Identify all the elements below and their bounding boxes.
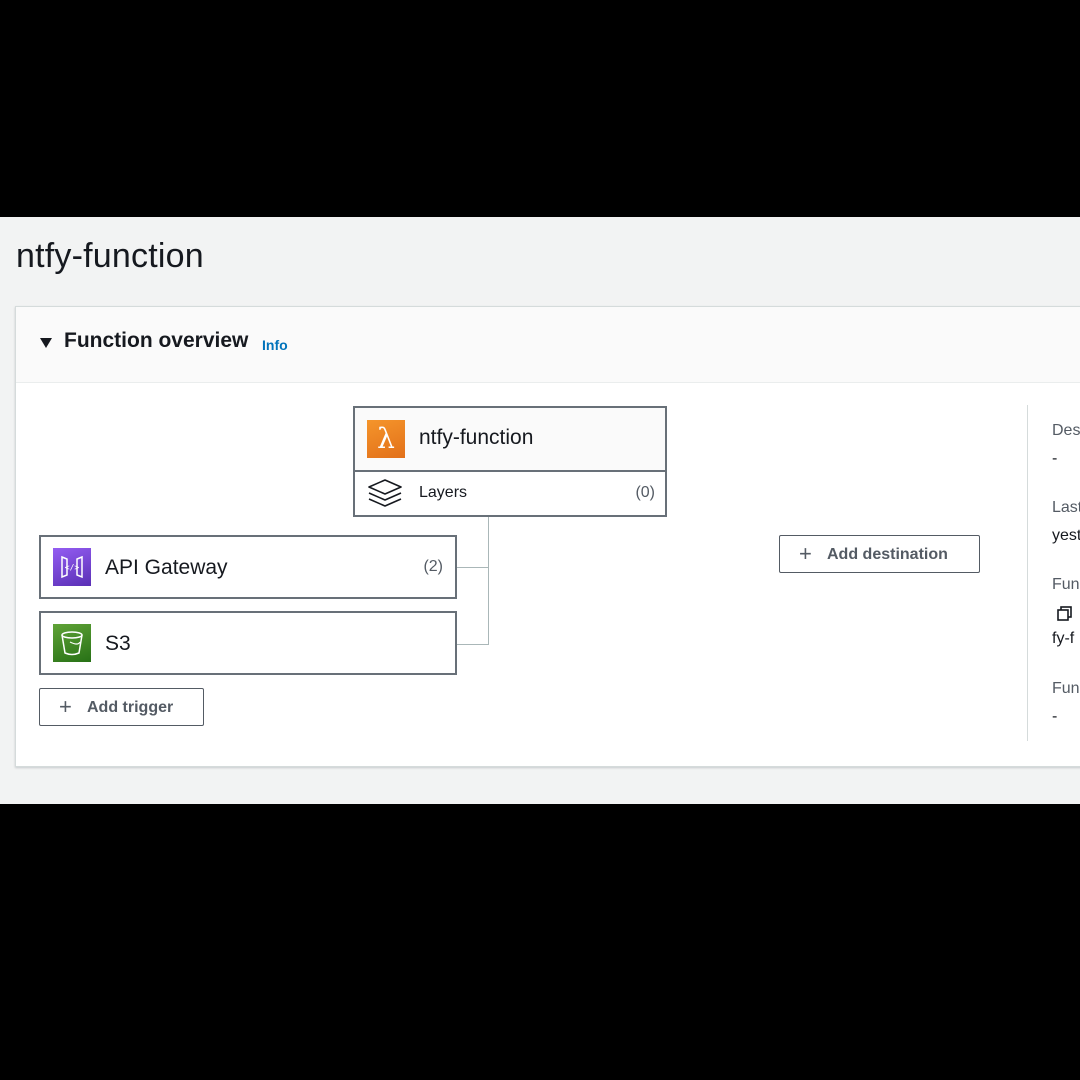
info-link[interactable]: Info: [262, 337, 288, 353]
function-node-header: λ ntfy-function: [355, 408, 665, 472]
function-url-label: Fun: [1052, 680, 1080, 697]
diagram-connector-s3: [457, 644, 489, 645]
description-value: -: [1052, 450, 1058, 467]
lambda-icon: λ: [367, 420, 405, 458]
description-label: Des: [1052, 422, 1080, 439]
layers-label: Layers: [419, 484, 468, 501]
s3-bucket-icon: [53, 624, 91, 662]
trigger-name: S3: [105, 632, 131, 655]
layers-icon: [368, 479, 402, 507]
details-divider: [1027, 405, 1028, 741]
add-destination-label: Add destination: [827, 546, 948, 563]
trigger-name: API Gateway: [105, 556, 228, 579]
page-title: ntfy-function: [16, 237, 204, 275]
function-url-value: -: [1052, 708, 1058, 725]
diagram-connector-vertical: [488, 517, 489, 645]
function-overview-header: Function overview Info: [16, 307, 1080, 383]
plus-icon: +: [799, 541, 812, 566]
function-arn-value: fy-f: [1052, 630, 1075, 647]
function-overview-title[interactable]: Function overview: [64, 329, 248, 353]
add-trigger-button[interactable]: + Add trigger: [39, 688, 204, 726]
last-modified-value: yest: [1052, 527, 1080, 544]
diagram-connector-apigw: [457, 567, 489, 568]
caret-down-icon[interactable]: [40, 338, 52, 348]
svg-text:</>: </>: [65, 563, 80, 572]
plus-icon: +: [59, 694, 72, 719]
add-trigger-label: Add trigger: [87, 699, 174, 716]
layers-row[interactable]: Layers (0): [355, 472, 665, 515]
trigger-s3[interactable]: S3: [39, 611, 457, 675]
lambda-console-screen: ntfy-function Function overview Info λ n…: [0, 217, 1080, 804]
copy-icon[interactable]: [1056, 605, 1074, 623]
function-arn-label: Fun: [1052, 576, 1080, 593]
trigger-api-gateway[interactable]: </> API Gateway (2): [39, 535, 457, 599]
function-node-name: ntfy-function: [419, 426, 534, 449]
last-modified-label: Last: [1052, 499, 1080, 516]
layers-count: (0): [635, 484, 655, 501]
function-node[interactable]: λ ntfy-function Layers (0): [353, 406, 667, 517]
add-destination-button[interactable]: + Add destination: [779, 535, 980, 573]
trigger-count: (2): [423, 558, 443, 575]
function-overview-panel: Function overview Info λ ntfy-function L…: [15, 306, 1080, 767]
api-gateway-icon: </>: [53, 548, 91, 586]
